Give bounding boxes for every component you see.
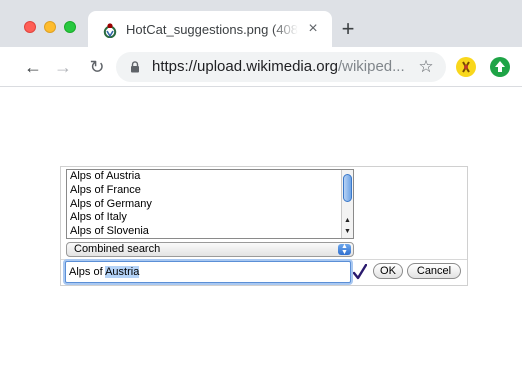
forward-arrow-icon[interactable]: → bbox=[52, 56, 74, 78]
reload-icon[interactable]: ↻ bbox=[86, 56, 108, 78]
bookmark-star-icon[interactable]: ☆ bbox=[416, 57, 436, 77]
scroll-up-icon[interactable]: ▲ bbox=[342, 216, 353, 226]
extension-glyph-icon bbox=[462, 61, 470, 73]
scroll-down-icon[interactable]: ▼ bbox=[342, 227, 353, 237]
scrollbar-thumb[interactable] bbox=[343, 174, 352, 202]
search-mode-select[interactable]: Combined search ▲ ▼ bbox=[66, 242, 354, 257]
scrollbar[interactable]: ▲ ▼ bbox=[341, 170, 353, 238]
list-item[interactable]: Alps of France bbox=[67, 184, 353, 198]
checkmark-icon[interactable] bbox=[353, 264, 367, 280]
hotcat-widget: Alps of Austria Alps of France Alps of G… bbox=[60, 166, 468, 286]
minimize-window-button[interactable] bbox=[44, 21, 56, 33]
extension-icon[interactable] bbox=[456, 57, 476, 77]
input-prefix-text: Alps of bbox=[69, 266, 106, 278]
new-tab-icon[interactable]: + bbox=[338, 18, 358, 40]
zoom-window-button[interactable] bbox=[64, 21, 76, 33]
address-bar[interactable]: https://upload.wikimedia.org/wikiped... … bbox=[116, 52, 446, 82]
suggestion-list[interactable]: Alps of Austria Alps of France Alps of G… bbox=[66, 169, 354, 239]
ok-button[interactable]: OK bbox=[373, 263, 403, 279]
search-mode-value: Combined search bbox=[74, 243, 161, 255]
cancel-button[interactable]: Cancel bbox=[407, 263, 461, 279]
update-arrow-icon[interactable] bbox=[490, 57, 510, 77]
url-text[interactable]: https://upload.wikimedia.org/wikiped... bbox=[152, 58, 412, 76]
input-selected-text: Austria bbox=[105, 266, 140, 278]
category-input[interactable]: Alps of Austria bbox=[65, 261, 351, 283]
url-host: https://upload.wikimedia.org bbox=[152, 58, 338, 75]
browser-toolbar: ← → ↻ https://upload.wikimedia.org/wikip… bbox=[0, 47, 522, 87]
tab-strip: HotCat_suggestions.png (408 × + bbox=[0, 0, 522, 47]
up-arrow-icon bbox=[495, 61, 505, 72]
close-window-button[interactable] bbox=[24, 21, 36, 33]
divider bbox=[61, 259, 467, 260]
list-item[interactable]: Alps of Austria bbox=[67, 170, 353, 184]
wikimedia-favicon-icon bbox=[103, 23, 117, 38]
tab-title: HotCat_suggestions.png (408 bbox=[126, 22, 298, 37]
select-arrows-icon: ▲ ▼ bbox=[338, 243, 351, 256]
list-item[interactable]: Alps of Germany bbox=[67, 198, 353, 212]
list-item[interactable]: Alps of Slovenia bbox=[67, 225, 353, 238]
lock-icon bbox=[131, 61, 139, 73]
active-tab[interactable]: HotCat_suggestions.png (408 × bbox=[88, 11, 332, 47]
tab-close-icon[interactable]: × bbox=[304, 20, 322, 38]
url-path: /wikiped... bbox=[337, 58, 405, 75]
back-arrow-icon[interactable]: ← bbox=[22, 56, 44, 78]
list-item[interactable]: Alps of Italy bbox=[67, 211, 353, 225]
